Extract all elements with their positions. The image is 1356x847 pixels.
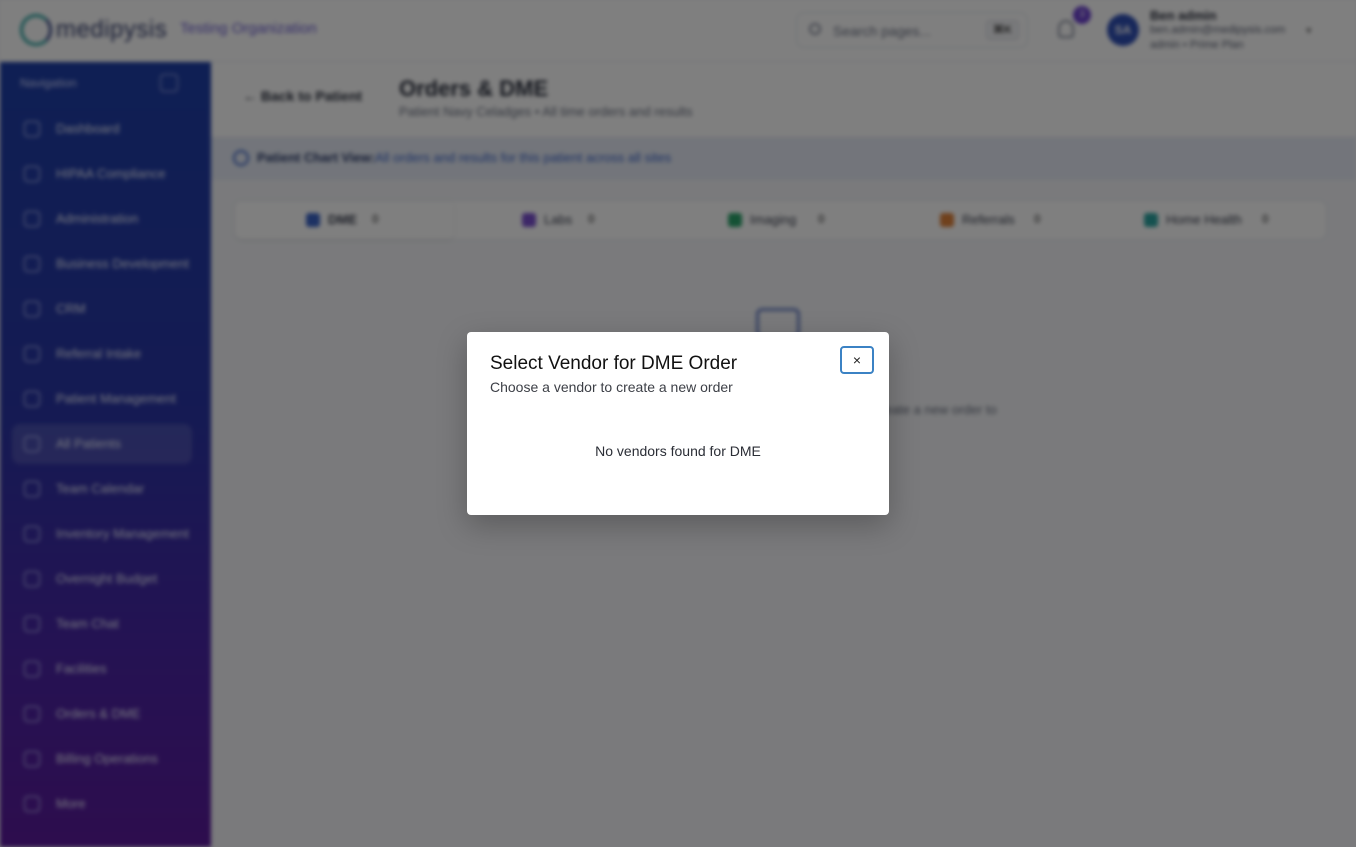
close-button[interactable]: × [840, 346, 874, 374]
no-vendors-message: No vendors found for DME [595, 443, 761, 459]
close-icon: × [852, 352, 862, 368]
dialog-subtitle: Choose a vendor to create a new order [490, 379, 733, 395]
select-vendor-dialog: Select Vendor for DME Order Choose a ven… [467, 332, 889, 515]
dialog-title: Select Vendor for DME Order [490, 353, 738, 374]
